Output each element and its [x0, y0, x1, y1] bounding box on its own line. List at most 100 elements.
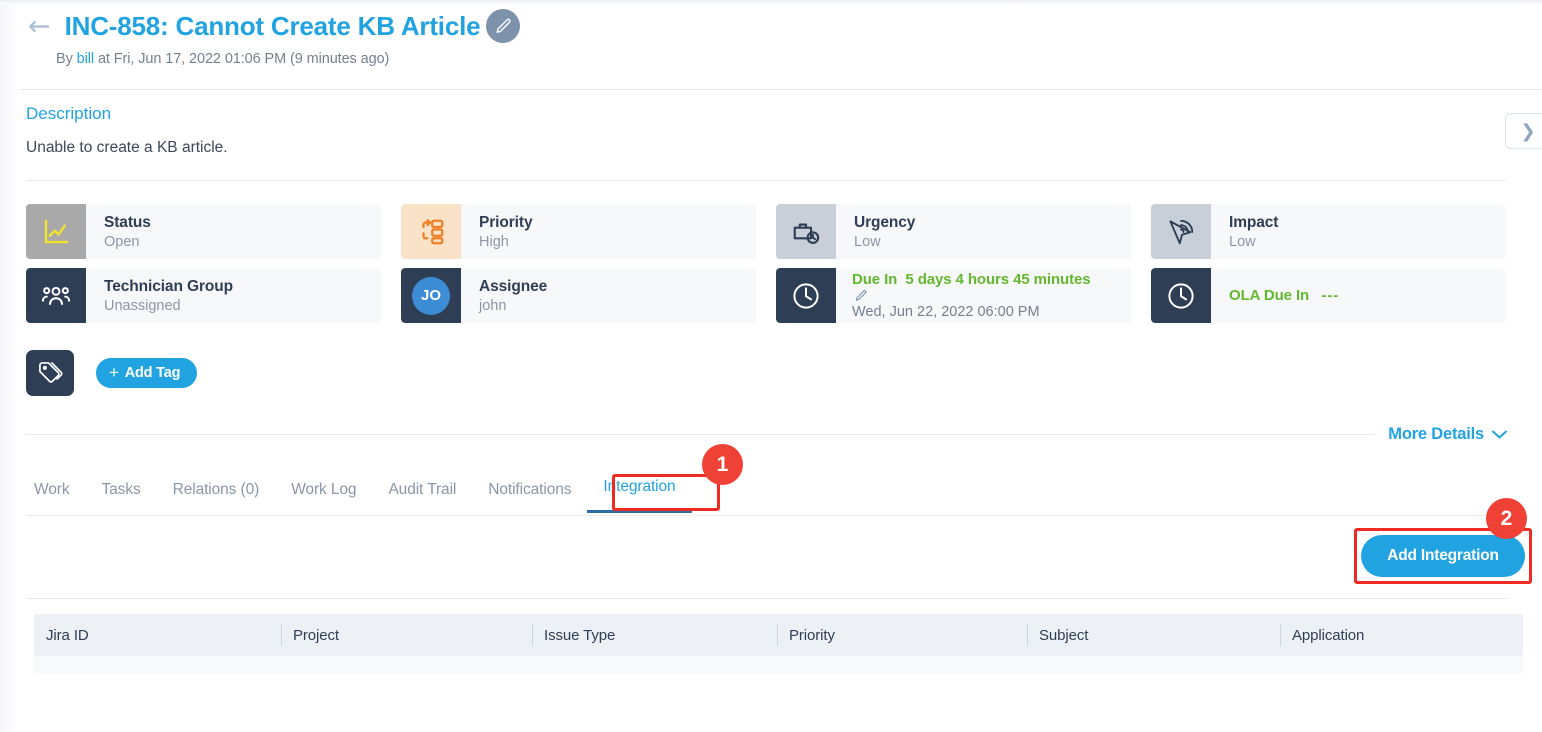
card-value: Open [104, 233, 140, 250]
due-in-icon-box [776, 268, 836, 323]
card-label: Urgency [854, 213, 916, 231]
add-tag-label: Add Tag [124, 365, 181, 381]
card-label: Assignee [479, 277, 548, 295]
card-value: Low [854, 233, 881, 250]
assignee-icon-box: JO [401, 268, 461, 323]
card-status[interactable]: Status Open [26, 204, 381, 259]
annotation-badge-1: 1 [702, 444, 743, 485]
tab-integration[interactable]: Integration [587, 478, 692, 513]
more-details-button[interactable]: More Details [1388, 425, 1508, 444]
status-icon-box [26, 204, 86, 259]
more-details-label: More Details [1388, 425, 1484, 443]
card-value: Low [1229, 233, 1256, 250]
chevron-down-icon [1491, 429, 1508, 440]
page-header: ← INC-858: Cannot Create KB Article By b… [0, 6, 1542, 67]
card-urgency[interactable]: Urgency Low [776, 204, 1131, 259]
impact-icon-box [1151, 204, 1211, 259]
top-edge-decor [0, 0, 1542, 5]
ticket-detail-page: ← INC-858: Cannot Create KB Article By b… [0, 0, 1542, 732]
card-label: Status [104, 213, 151, 231]
ola-due-in-label: OLA Due In [1229, 287, 1310, 304]
tag-icon-box [26, 350, 74, 396]
edit-title-button[interactable] [486, 9, 521, 43]
card-status-body: Status Open [86, 204, 381, 259]
card-technician-group[interactable]: Technician Group Unassigned [26, 268, 381, 323]
card-due-in-body: Due In 5 days 4 hours 45 minutes Wed, Ju… [836, 268, 1131, 323]
title-row: ← INC-858: Cannot Create KB Article [0, 6, 1542, 46]
ola-due-in-value: --- [1321, 287, 1340, 304]
pencil-icon [496, 18, 511, 33]
description-body: Unable to create a KB article. [26, 139, 228, 156]
urgency-icon-box [776, 204, 836, 259]
more-details-row: More Details [26, 425, 1508, 444]
tab-relations[interactable]: Relations (0) [157, 481, 276, 513]
priority-icon-box [401, 204, 461, 259]
fingerprint-cursor-icon [1169, 219, 1194, 244]
byline-prefix: By [56, 51, 73, 67]
card-impact-body: Impact Low [1211, 204, 1506, 259]
integration-table: Jira ID Project Issue Type Priority Subj… [34, 614, 1523, 674]
column-header-subject[interactable]: Subject [1027, 627, 1280, 644]
tab-audit-trail[interactable]: Audit Trail [372, 481, 472, 513]
card-assignee-body: Assignee john [461, 268, 756, 323]
card-value: Unassigned [104, 297, 181, 314]
next-panel-button[interactable]: ❯ [1505, 113, 1542, 149]
column-header-jira-id[interactable]: Jira ID [34, 627, 281, 644]
clock-icon [1168, 282, 1194, 309]
divider-header [20, 89, 1542, 90]
card-ola-due-in[interactable]: OLA Due In --- [1151, 268, 1506, 323]
pencil-icon [855, 290, 867, 301]
chart-line-icon [44, 219, 69, 243]
briefcase-clock-icon [793, 222, 820, 244]
table-body [34, 656, 1523, 674]
ola-due-in-icon-box [1151, 268, 1211, 323]
divider-table-top [26, 598, 1508, 599]
technician-group-icon-box [26, 268, 86, 323]
ola-due-in-line: OLA Due In --- [1229, 287, 1506, 304]
more-details-divider [26, 434, 1375, 435]
page-title: INC-858: Cannot Create KB Article [64, 10, 481, 41]
card-technician-group-body: Technician Group Unassigned [86, 268, 381, 323]
detail-cards-row-2: Technician Group Unassigned JO Assignee … [26, 268, 1506, 323]
clock-icon [793, 282, 819, 309]
detail-cards-row-1: Status Open Priority High Urgency Low Im… [26, 204, 1506, 259]
column-header-application[interactable]: Application [1280, 627, 1523, 644]
chevron-right-icon: ❯ [1520, 120, 1536, 142]
tab-notifications[interactable]: Notifications [472, 481, 587, 513]
column-header-priority[interactable]: Priority [777, 627, 1027, 644]
card-label: Priority [479, 213, 533, 231]
due-in-value: 5 days 4 hours 45 minutes [905, 271, 1091, 288]
byline: By bill at Fri, Jun 17, 2022 01:06 PM (9… [0, 51, 1542, 67]
add-tag-button[interactable]: + Add Tag [96, 358, 198, 388]
arrow-left-icon[interactable]: ← [28, 13, 51, 40]
tab-work-log[interactable]: Work Log [275, 481, 372, 513]
description-heading: Description [26, 104, 112, 123]
column-header-issue-type[interactable]: Issue Type [532, 627, 777, 644]
left-edge-decor [0, 0, 20, 732]
tab-tasks[interactable]: Tasks [85, 481, 156, 513]
due-in-edit-button[interactable] [854, 289, 1131, 303]
priority-flow-icon [422, 218, 444, 244]
tab-bar: Work Tasks Relations (0) Work Log Audit … [30, 478, 692, 513]
add-integration-button[interactable]: Add Integration [1361, 535, 1525, 577]
tag-icon [38, 361, 63, 383]
tag-row: + Add Tag [26, 350, 198, 396]
column-header-project[interactable]: Project [281, 627, 532, 644]
card-label: Impact [1229, 213, 1279, 231]
table-header-row: Jira ID Project Issue Type Priority Subj… [34, 614, 1523, 656]
divider-tabs [26, 515, 1508, 516]
author-link[interactable]: bill [77, 51, 94, 67]
card-priority[interactable]: Priority High [401, 204, 756, 259]
card-value: john [479, 297, 507, 314]
card-due-in[interactable]: Due In 5 days 4 hours 45 minutes Wed, Ju… [776, 268, 1131, 323]
tab-work[interactable]: Work [30, 481, 85, 513]
detail-cards: Status Open Priority High Urgency Low Im… [26, 204, 1506, 332]
card-impact[interactable]: Impact Low [1151, 204, 1506, 259]
card-ola-due-in-body: OLA Due In --- [1211, 268, 1506, 323]
divider-description [26, 180, 1506, 181]
users-group-icon [41, 286, 71, 305]
due-in-heading: Due In 5 days 4 hours 45 minutes [852, 271, 1131, 288]
annotation-badge-2: 2 [1486, 498, 1527, 539]
due-in-label: Due In [852, 271, 898, 288]
card-assignee[interactable]: JO Assignee john [401, 268, 756, 323]
